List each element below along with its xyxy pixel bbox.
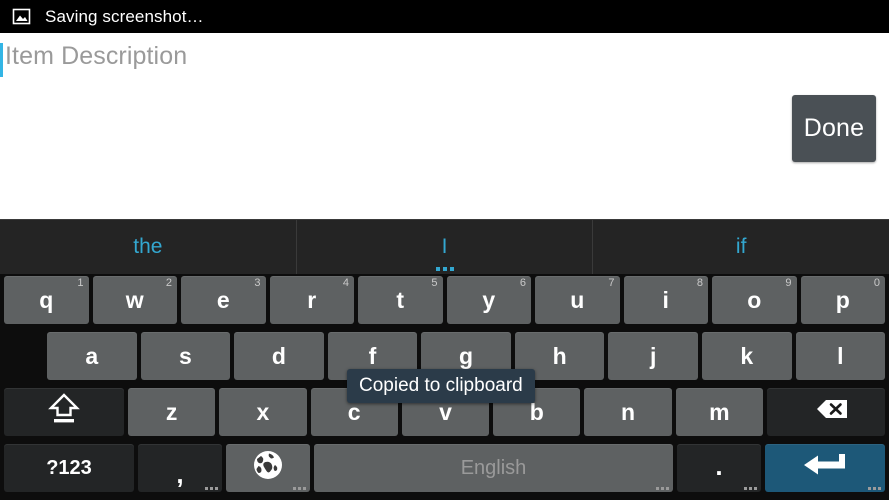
more-suggestions-icon[interactable] <box>435 267 454 271</box>
key-label: s <box>178 342 192 369</box>
long-press-indicator-icon <box>744 487 757 490</box>
text-caret <box>0 43 3 77</box>
backspace-delete-icon <box>802 395 850 429</box>
done-button-label: Done <box>803 114 865 142</box>
long-press-indicator-icon <box>868 487 881 490</box>
key-w[interactable]: w 2 <box>92 276 177 324</box>
key-d[interactable]: d <box>234 332 324 380</box>
key-label: f <box>368 342 377 369</box>
key-label: ?123 <box>46 456 92 479</box>
globe-language-icon <box>252 449 284 487</box>
status-bar: Saving screenshot… <box>0 0 889 33</box>
key-label: t <box>396 286 405 313</box>
key-alt-number: 2 <box>165 277 172 289</box>
key-alt-number: 5 <box>431 277 438 289</box>
enter-return-icon <box>798 450 852 486</box>
key-label: q <box>39 286 54 313</box>
key-label: o <box>747 286 762 313</box>
keyboard-row-4: ?123 , English . <box>0 442 889 498</box>
suggestion-label: the <box>133 235 163 258</box>
key-e[interactable]: e 3 <box>181 276 266 324</box>
language-switch-key[interactable] <box>226 444 310 492</box>
space-key-label: English <box>460 456 527 479</box>
key-label: u <box>570 286 585 313</box>
key-label: x <box>256 398 270 425</box>
key-label: p <box>835 286 850 313</box>
key-label: r <box>307 286 317 313</box>
key-label: . <box>715 450 723 481</box>
key-label: y <box>482 286 496 313</box>
key-label: n <box>621 398 636 425</box>
enter-key[interactable] <box>765 444 885 492</box>
suggestion-strip: the I if <box>0 219 889 274</box>
key-x[interactable]: x <box>219 388 307 436</box>
android-screen: Saving screenshot… Item Description Done… <box>0 0 889 500</box>
image-screenshot-icon <box>12 7 31 26</box>
key-label: z <box>165 398 178 425</box>
key-t[interactable]: t 5 <box>358 276 443 324</box>
key-o[interactable]: o 9 <box>712 276 797 324</box>
key-label: g <box>459 342 474 369</box>
input-placeholder: Item Description <box>5 42 188 70</box>
backspace-key[interactable] <box>766 388 885 436</box>
period-key[interactable]: . <box>677 444 761 492</box>
item-description-input[interactable]: Item Description <box>0 33 889 89</box>
suggestion-item-1[interactable]: I <box>295 220 593 274</box>
symbols-key[interactable]: ?123 <box>4 444 134 492</box>
key-alt-number: 6 <box>519 277 526 289</box>
key-k[interactable]: k <box>701 332 792 380</box>
key-alt-number: 8 <box>696 277 703 289</box>
suggestion-label: if <box>735 235 747 258</box>
key-u[interactable]: u 7 <box>535 276 620 324</box>
key-p[interactable]: p 0 <box>800 276 885 324</box>
key-i[interactable]: i 8 <box>623 276 708 324</box>
key-label: l <box>837 342 844 369</box>
status-bar-text: Saving screenshot… <box>45 6 204 26</box>
key-m[interactable]: m <box>675 388 763 436</box>
key-label: a <box>85 342 99 369</box>
key-alt-number: 0 <box>873 277 880 289</box>
key-a[interactable]: a <box>47 332 137 380</box>
soft-keyboard: the I if q 1 w 2 e 3 r 4 t 5 y 6 u 7 i 8… <box>0 219 889 500</box>
key-n[interactable]: n <box>584 388 672 436</box>
key-alt-number: 1 <box>77 277 84 289</box>
key-alt-number: 7 <box>608 277 615 289</box>
done-button[interactable]: Done <box>792 95 876 162</box>
key-s[interactable]: s <box>140 332 231 380</box>
toast-text: Copied to clipboard <box>359 375 523 396</box>
key-q[interactable]: q 1 <box>4 276 89 324</box>
key-alt-number: 9 <box>785 277 792 289</box>
key-label: e <box>216 286 230 313</box>
space-key[interactable]: English <box>314 444 673 492</box>
key-label: w <box>125 286 144 313</box>
key-j[interactable]: j <box>608 332 698 380</box>
key-z[interactable]: z <box>128 388 216 436</box>
shift-arrow-icon <box>41 392 87 432</box>
long-press-indicator-icon <box>293 487 306 490</box>
key-label: h <box>552 342 567 369</box>
key-alt-number: 3 <box>254 277 261 289</box>
key-label: d <box>271 342 286 369</box>
suggestion-label: I <box>441 235 448 258</box>
shift-key[interactable] <box>4 388 124 436</box>
key-y[interactable]: y 6 <box>446 276 531 324</box>
long-press-indicator-icon <box>205 487 218 490</box>
comma-key[interactable]: , <box>138 444 222 492</box>
long-press-indicator-icon <box>656 487 669 490</box>
keyboard-row-1: q 1 w 2 e 3 r 4 t 5 y 6 u 7 i 8 o 9 p 0 <box>0 274 889 330</box>
key-r[interactable]: r 4 <box>269 276 354 324</box>
toast-message: Copied to clipboard <box>347 369 535 403</box>
key-label: , <box>176 458 184 489</box>
suggestion-item-2[interactable]: if <box>592 220 889 274</box>
key-label: j <box>649 342 657 369</box>
suggestion-item-0[interactable]: the <box>0 220 296 274</box>
key-l[interactable]: l <box>795 332 886 380</box>
key-label: m <box>709 398 730 425</box>
key-alt-number: 4 <box>342 277 349 289</box>
key-label: i <box>662 286 669 313</box>
app-content-area: Item Description Done <box>0 33 889 219</box>
key-label: k <box>740 342 754 369</box>
